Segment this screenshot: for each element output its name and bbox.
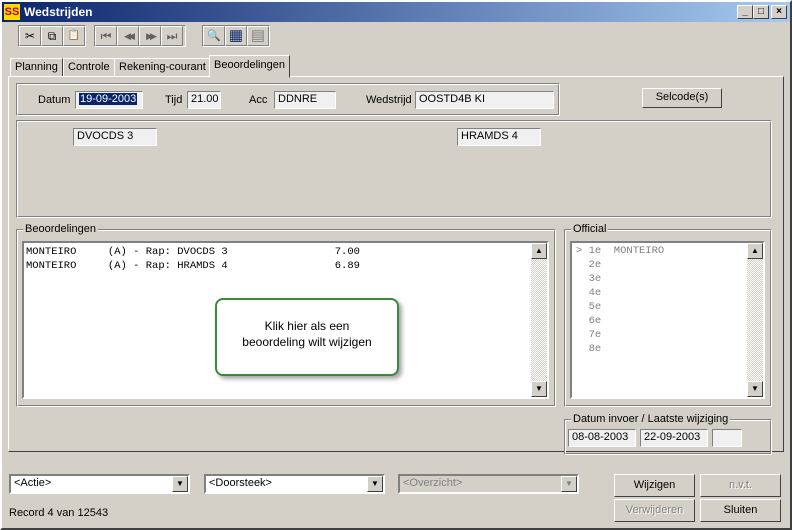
selcode-button[interactable]: Selcode(s) — [642, 88, 722, 108]
wedstrijd-label: Wedstrijd — [366, 94, 412, 106]
title-bar[interactable] — [2, 2, 790, 22]
wijzigen-button[interactable]: Wijzigen — [614, 474, 695, 497]
verwijderen-button[interactable]: Verwijderen — [614, 499, 695, 522]
official-scrollbar[interactable]: ▲ ▼ — [747, 243, 763, 397]
maximize-button[interactable]: □ — [753, 5, 769, 19]
chevron-down-icon[interactable]: ▼ — [561, 476, 577, 492]
edit-hint-tooltip: Klik hier als een beoordeling wilt wijzi… — [215, 298, 399, 376]
scroll-down-icon[interactable]: ▼ — [747, 381, 763, 397]
list-item[interactable]: > 1e MONTEIRO — [576, 244, 664, 258]
laatste-wijziging-field[interactable]: 22-09-2003 — [640, 429, 708, 447]
chevron-down-icon[interactable]: ▼ — [367, 476, 383, 492]
list-item[interactable]: MONTEIRO (A) - Rap: HRAMDS 4 6.89 — [26, 259, 360, 273]
list-item[interactable]: 7e — [576, 328, 602, 342]
tab-rekening-courant[interactable]: Rekening-courant — [114, 58, 211, 77]
close-button[interactable]: × — [771, 5, 787, 19]
away-team-field[interactable]: HRAMDS 4 — [457, 128, 541, 146]
view-toolbar-group: 🔍 ▦ ▤ — [202, 25, 270, 47]
tijd-label: Tijd — [165, 94, 183, 106]
tooltip-line-2: beoordeling wilt wijzigen — [242, 335, 372, 349]
dates-title: Datum invoer / Laatste wijziging — [571, 413, 731, 425]
record-status: Record 4 van 12543 — [9, 507, 109, 519]
extra-date-field[interactable] — [712, 429, 742, 447]
app-icon: SS — [4, 4, 20, 20]
previous-record-icon[interactable]: ◀◀ — [117, 26, 139, 46]
scroll-up-icon[interactable]: ▲ — [531, 243, 547, 259]
nvt-button[interactable]: n.v.t. — [700, 474, 781, 497]
tab-controle[interactable]: Controle — [63, 58, 115, 77]
actie-value: <Actie> — [14, 477, 52, 489]
wedstrijd-field[interactable]: OOSTD4B KI — [415, 91, 554, 109]
first-record-icon[interactable]: ⏮ — [95, 26, 117, 46]
datum-field[interactable]: 19-09-2003 — [75, 91, 143, 109]
list-item[interactable]: 2e — [576, 258, 602, 272]
actie-dropdown[interactable]: <Actie> ▼ — [9, 474, 190, 494]
datum-invoer-field[interactable]: 08-08-2003 — [568, 429, 636, 447]
cut-icon[interactable]: ✂ — [19, 26, 41, 46]
tab-beoordelingen[interactable]: Beoordelingen — [209, 55, 290, 78]
tab-planning[interactable]: Planning — [10, 58, 63, 77]
scroll-down-icon[interactable]: ▼ — [531, 381, 547, 397]
acc-label: Acc — [249, 94, 268, 106]
home-team-field[interactable]: DVOCDS 3 — [73, 128, 157, 146]
last-record-icon[interactable]: ⏭ — [161, 26, 183, 46]
official-title: Official — [571, 223, 609, 235]
copy-icon[interactable]: ⧉ — [41, 26, 63, 46]
next-record-icon[interactable]: ▶▶ — [139, 26, 161, 46]
grid-view-icon[interactable]: ▦ — [225, 26, 247, 46]
sluiten-button[interactable]: Sluiten — [700, 499, 781, 522]
list-view-icon[interactable]: ▤ — [247, 26, 269, 46]
datum-label: Datum — [38, 94, 71, 106]
acc-field[interactable]: DDNRE — [274, 91, 336, 109]
tijd-field[interactable]: 21.00 — [187, 91, 221, 109]
edit-toolbar-group: ✂ ⧉ 📋 — [18, 25, 86, 47]
list-item[interactable]: 5e — [576, 300, 602, 314]
paste-icon[interactable]: 📋 — [63, 26, 85, 46]
search-icon[interactable]: 🔍 — [203, 26, 225, 46]
list-item[interactable]: 6e — [576, 314, 602, 328]
doorsteek-dropdown[interactable]: <Doorsteek> ▼ — [204, 474, 385, 494]
doorsteek-value: <Doorsteek> — [209, 477, 272, 489]
navigation-toolbar-group: ⏮ ◀◀ ▶▶ ⏭ — [94, 25, 186, 47]
list-item[interactable]: 8e — [576, 342, 602, 356]
official-list[interactable]: > 1e MONTEIRO 2e 3e 4e 5e 6e 7e 8e ▲ ▼ — [570, 241, 765, 399]
window-title: Wedstrijden — [24, 5, 93, 19]
list-item[interactable]: MONTEIRO (A) - Rap: DVOCDS 3 7.00 — [26, 245, 360, 259]
list-item[interactable]: 4e — [576, 286, 602, 300]
overzicht-value: <Overzicht> — [403, 477, 463, 489]
tooltip-line-1: Klik hier als een — [264, 319, 350, 333]
overzicht-dropdown[interactable]: <Overzicht> ▼ — [398, 474, 579, 494]
minimize-button[interactable]: _ — [737, 5, 753, 19]
scroll-up-icon[interactable]: ▲ — [747, 243, 763, 259]
chevron-down-icon[interactable]: ▼ — [172, 476, 188, 492]
beoordelingen-title: Beoordelingen — [23, 223, 98, 235]
list-item[interactable]: 3e — [576, 272, 602, 286]
beoordelingen-scrollbar[interactable]: ▲ ▼ — [531, 243, 547, 397]
